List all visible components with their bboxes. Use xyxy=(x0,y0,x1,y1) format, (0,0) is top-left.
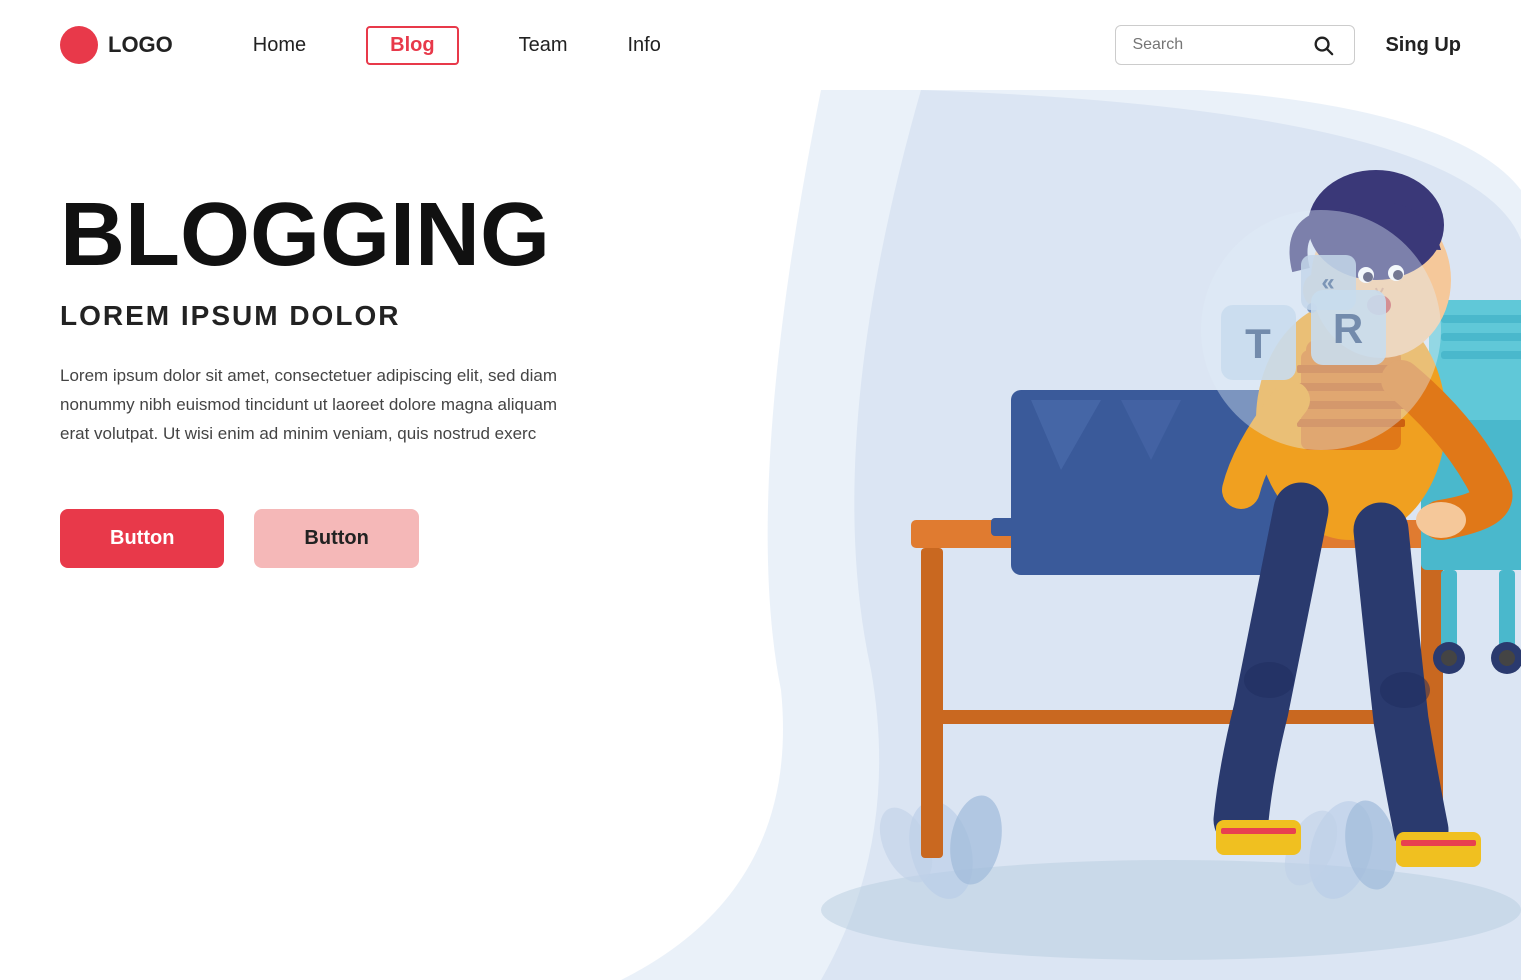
search-icon xyxy=(1312,34,1334,56)
search-bar[interactable] xyxy=(1115,25,1355,65)
nav-right: Sing Up xyxy=(1115,25,1461,65)
hero-subtitle: LOREM IPSUM DOLOR xyxy=(60,300,580,332)
hero-title: BLOGGING xyxy=(60,190,580,280)
logo-text: LOGO xyxy=(108,32,173,58)
nav-team[interactable]: Team xyxy=(519,34,568,57)
hero-buttons: Button Button xyxy=(60,509,580,568)
secondary-button[interactable]: Button xyxy=(254,509,418,568)
hero-illustration: « T R xyxy=(621,90,1521,980)
primary-button[interactable]: Button xyxy=(60,509,224,568)
logo-area[interactable]: LOGO xyxy=(60,26,173,64)
signup-button[interactable]: Sing Up xyxy=(1385,34,1461,57)
navbar: LOGO Home Blog Team Info Sing Up xyxy=(0,0,1521,90)
hero-section: « T R BLOGGING LOREM IPSUM DOLOR Lorem i… xyxy=(0,90,1521,980)
nav-home[interactable]: Home xyxy=(253,34,306,57)
logo-icon xyxy=(60,26,98,64)
search-input[interactable] xyxy=(1132,36,1312,54)
nav-info[interactable]: Info xyxy=(627,34,660,57)
hero-description: Lorem ipsum dolor sit amet, consectetuer… xyxy=(60,362,580,449)
nav-links: Home Blog Team Info xyxy=(253,26,1116,65)
nav-blog[interactable]: Blog xyxy=(366,26,458,65)
hero-content: BLOGGING LOREM IPSUM DOLOR Lorem ipsum d… xyxy=(60,190,580,568)
